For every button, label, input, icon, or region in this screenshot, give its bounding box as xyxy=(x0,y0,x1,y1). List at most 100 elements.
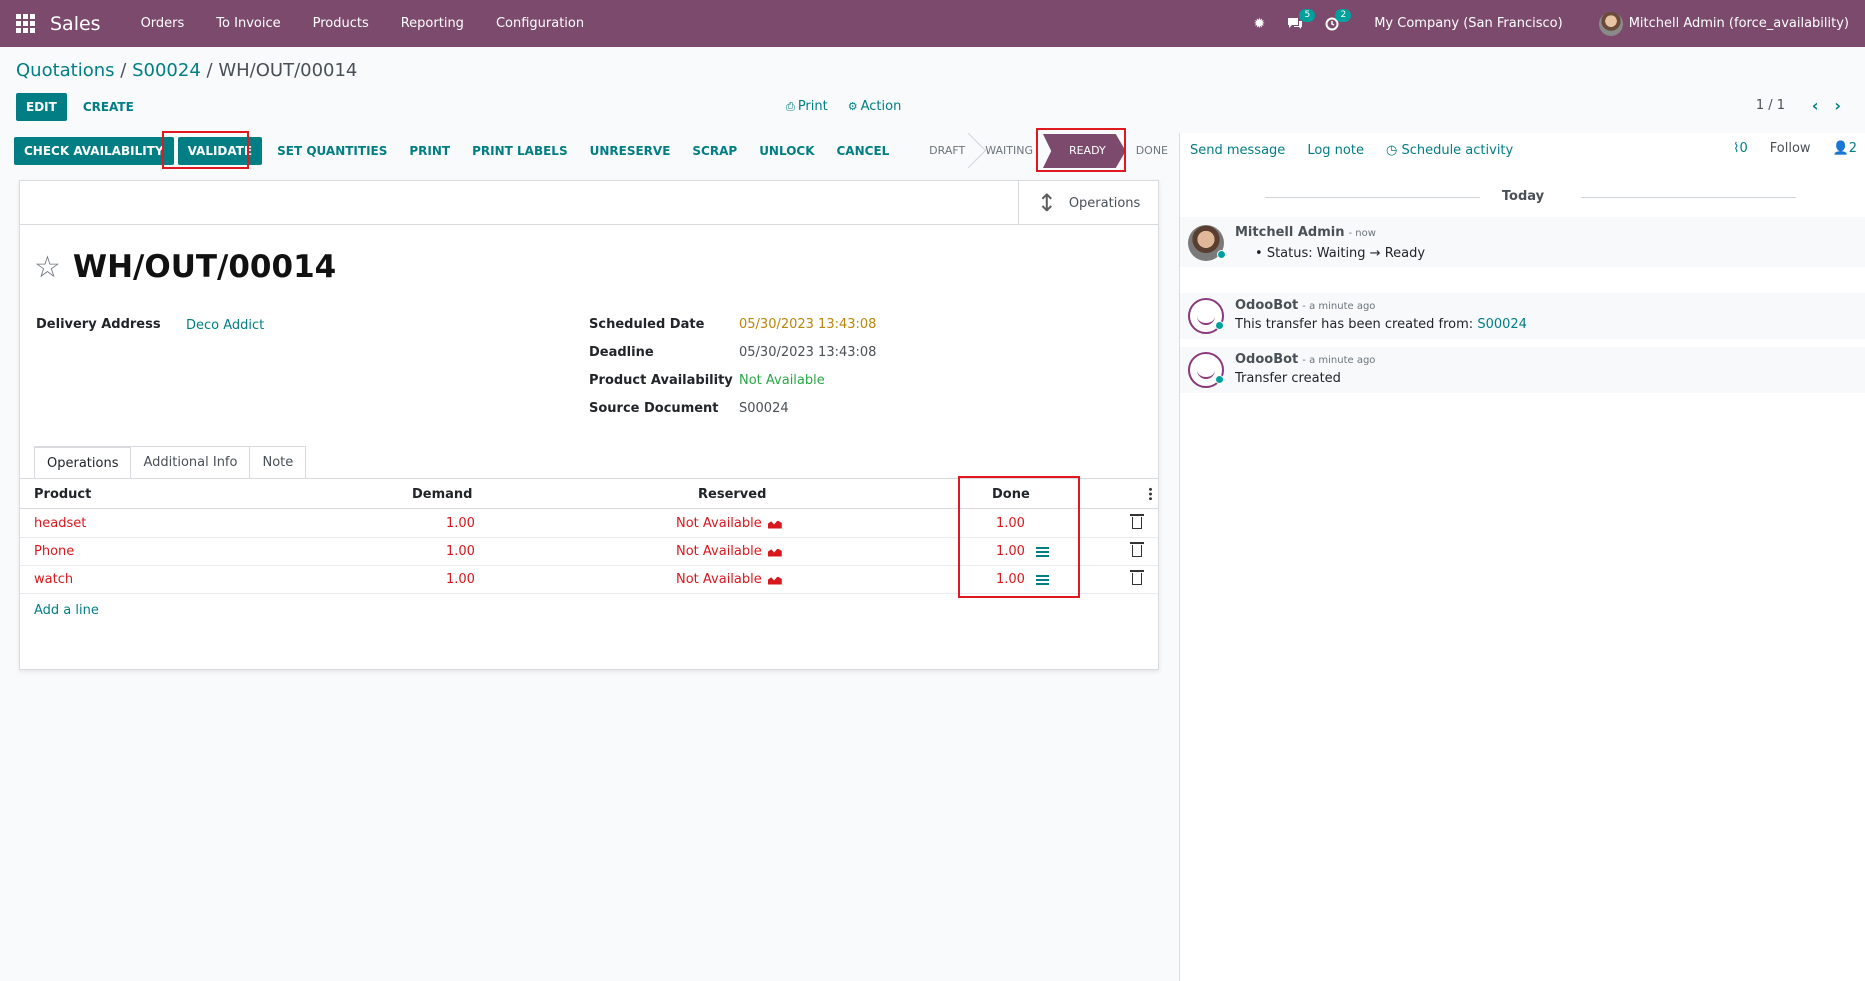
forecast-chart-icon[interactable] xyxy=(768,575,782,585)
followers-button[interactable]: 👤2 xyxy=(1833,141,1857,156)
notebook-tabs: Operations Additional Info Note xyxy=(34,446,307,478)
follow-button[interactable]: Follow xyxy=(1770,141,1811,156)
print-button[interactable]: PRINT xyxy=(398,137,461,165)
tab-additional-info[interactable]: Additional Info xyxy=(130,446,251,478)
activities-icon[interactable]: 2 xyxy=(1325,8,1352,31)
operations-smart-button[interactable]: ↕ Operations xyxy=(1018,181,1158,225)
action-menu[interactable]: ⚙ Action xyxy=(848,99,902,114)
row-demand: 1.00 xyxy=(446,544,475,559)
col-reserved[interactable]: Reserved xyxy=(698,481,766,509)
user-name: Mitchell Admin (force_availability) xyxy=(1628,16,1849,31)
col-product[interactable]: Product xyxy=(34,481,91,509)
menu-reporting[interactable]: Reporting xyxy=(385,0,480,47)
menu-orders[interactable]: Orders xyxy=(125,0,201,47)
scheduled-date-label: Scheduled Date xyxy=(589,317,705,332)
main-menu: Orders To Invoice Products Reporting Con… xyxy=(125,0,601,47)
author-name[interactable]: OdooBot xyxy=(1235,352,1298,367)
trash-icon[interactable] xyxy=(1130,542,1144,557)
create-button[interactable]: CREATE xyxy=(71,93,146,121)
control-panel-buttons: EDIT CREATE xyxy=(16,93,146,121)
activities-badge: 2 xyxy=(1335,8,1352,22)
online-status-icon xyxy=(1215,321,1224,330)
message-time: - a minute ago xyxy=(1302,301,1376,312)
tab-operations[interactable]: Operations xyxy=(34,446,132,478)
source-order-link[interactable]: S00024 xyxy=(1477,317,1527,332)
pager-value[interactable]: 1 / 1 xyxy=(1756,98,1785,113)
row-reserved-label: Not Available xyxy=(676,544,762,559)
breadcrumb-quotations[interactable]: Quotations xyxy=(16,60,115,81)
user-menu[interactable]: Mitchell Admin (force_availability) xyxy=(1598,11,1849,36)
breadcrumb-order[interactable]: S00024 xyxy=(132,60,201,81)
message-author: OdooBot - a minute ago xyxy=(1235,298,1375,313)
check-availability-button[interactable]: CHECK AVAILABILITY xyxy=(14,137,174,165)
unlock-button[interactable]: UNLOCK xyxy=(748,137,825,165)
set-quantities-button[interactable]: SET QUANTITIES xyxy=(266,137,398,165)
edit-button[interactable]: EDIT xyxy=(16,93,67,121)
author-name[interactable]: Mitchell Admin xyxy=(1235,225,1344,240)
availability-value: Not Available xyxy=(739,373,825,388)
send-message-button[interactable]: Send message xyxy=(1190,143,1285,158)
row-product: watch xyxy=(34,572,74,587)
debug-bug-icon[interactable]: ✹ xyxy=(1253,16,1265,32)
schedule-activity-button[interactable]: ◷ Schedule activity xyxy=(1386,143,1513,158)
print-label: Print xyxy=(797,99,828,114)
add-line-link[interactable]: Add a line xyxy=(34,603,99,618)
menu-products[interactable]: Products xyxy=(297,0,385,47)
source-document-value: S00024 xyxy=(739,401,789,416)
messages-icon[interactable]: 5 xyxy=(1287,8,1316,31)
trash-icon[interactable] xyxy=(1130,570,1144,585)
person-icon: 👤 xyxy=(1832,141,1849,156)
log-note-button[interactable]: Log note xyxy=(1307,143,1364,158)
message-body: Transfer created xyxy=(1235,371,1341,386)
unreserve-button[interactable]: UNRESERVE xyxy=(579,137,682,165)
breadcrumb-current: WH/OUT/00014 xyxy=(218,60,358,81)
row-product: headset xyxy=(34,516,87,531)
tracking-value: Status: Waiting → Ready xyxy=(1266,246,1426,261)
optional-columns-icon[interactable] xyxy=(1149,487,1152,501)
print-labels-button[interactable]: PRINT LABELS xyxy=(461,137,578,165)
company-switcher[interactable]: My Company (San Francisco) xyxy=(1374,16,1562,31)
menu-configuration[interactable]: Configuration xyxy=(480,0,600,47)
message-item: Mitchell Admin - now • Status: Waiting → … xyxy=(1180,217,1865,267)
state-draft: DRAFT xyxy=(919,134,975,168)
online-status-icon xyxy=(1215,375,1224,384)
cancel-button[interactable]: CANCEL xyxy=(826,137,901,165)
message-item: OdooBot - a minute ago Transfer created xyxy=(1180,347,1865,393)
breadcrumb: Quotations / S00024 / WH/OUT/00014 xyxy=(16,60,357,81)
apps-menu-icon[interactable] xyxy=(16,13,36,34)
author-name[interactable]: OdooBot xyxy=(1235,298,1298,313)
date-separator: Today xyxy=(1180,189,1865,204)
menu-to-invoice[interactable]: To Invoice xyxy=(200,0,296,47)
message-body: • Status: Waiting → Ready xyxy=(1255,246,1426,261)
message-time: - now xyxy=(1348,228,1376,239)
print-menu[interactable]: ⎙ Print xyxy=(786,99,828,114)
scrap-button[interactable]: SCRAP xyxy=(681,137,748,165)
online-status-icon xyxy=(1217,250,1226,259)
forecast-chart-icon[interactable] xyxy=(768,519,782,529)
tab-note[interactable]: Note xyxy=(249,446,307,478)
star-icon[interactable]: ☆ xyxy=(34,250,61,285)
attachments-count: 0 xyxy=(1739,141,1748,156)
forecast-chart-icon[interactable] xyxy=(768,547,782,557)
pager-previous-icon[interactable]: ‹ xyxy=(1812,96,1819,115)
odoobot-avatar[interactable] xyxy=(1188,352,1224,388)
attachments-button[interactable]: ⌇0 xyxy=(1733,141,1748,156)
systray: ✹ 5 2 My Company (San Francisco) Mitchel… xyxy=(1242,0,1865,47)
row-reserved-label: Not Available xyxy=(676,572,762,587)
row-product: Phone xyxy=(34,544,75,559)
row-reserved: Not Available xyxy=(676,510,782,538)
trash-icon[interactable] xyxy=(1130,514,1144,529)
ready-state-highlight xyxy=(1036,128,1126,172)
availability-label: Product Availability xyxy=(589,373,733,388)
state-done: DONE xyxy=(1135,144,1168,157)
pager-next-icon[interactable]: › xyxy=(1834,96,1841,115)
odoobot-avatar[interactable] xyxy=(1188,298,1224,334)
scheduled-date-value: 05/30/2023 13:43:08 xyxy=(739,317,877,332)
author-avatar[interactable] xyxy=(1188,225,1226,261)
delivery-address-link[interactable]: Deco Addict xyxy=(186,318,264,333)
action-label: Action xyxy=(860,99,902,114)
app-brand[interactable]: Sales xyxy=(50,13,101,35)
message-body: This transfer has been created from: S00… xyxy=(1235,317,1527,332)
col-demand[interactable]: Demand xyxy=(412,481,473,509)
breadcrumb-separator: / xyxy=(120,60,127,81)
